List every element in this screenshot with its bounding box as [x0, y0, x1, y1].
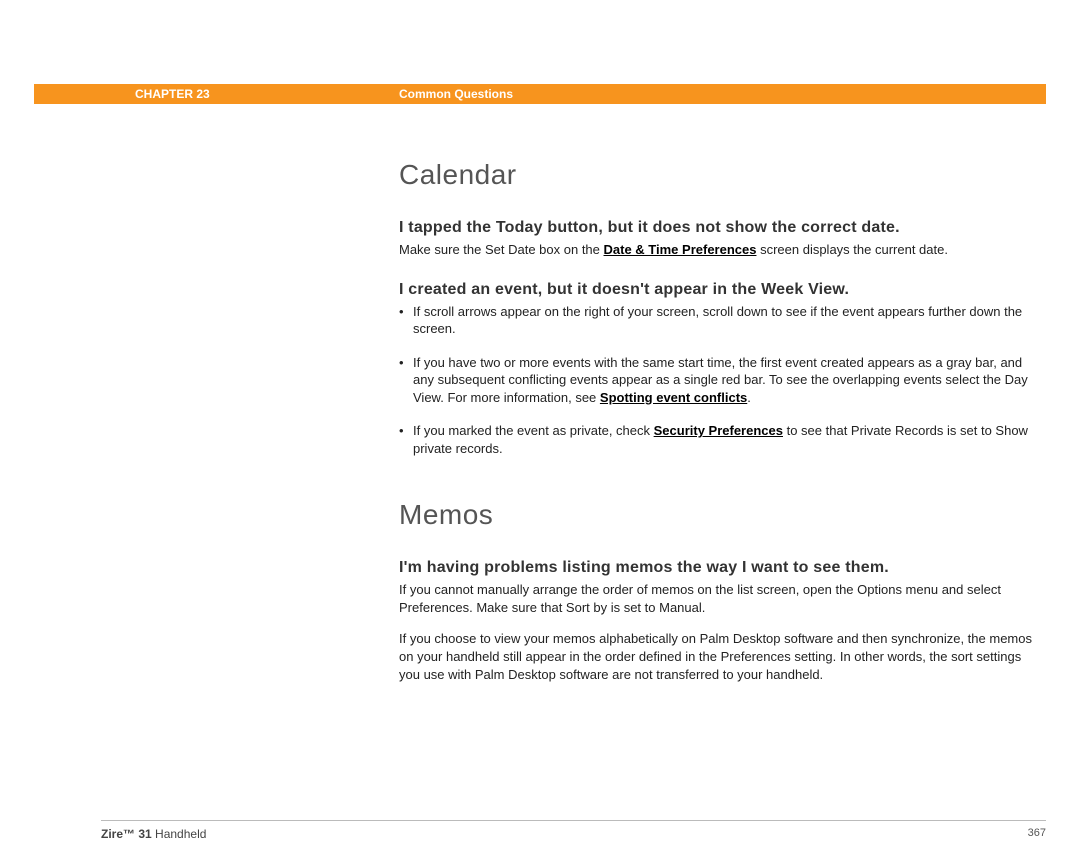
- footer: Zire™ 31 Handheld 367: [34, 820, 1046, 841]
- text: If scroll arrows appear on the right of …: [413, 304, 1022, 337]
- footer-product-name: Zire™ 31: [101, 827, 152, 841]
- list-item: If you marked the event as private, chec…: [399, 422, 1039, 457]
- footer-product-rest: Handheld: [152, 827, 207, 841]
- text: Make sure the Set Date box on the: [399, 242, 604, 257]
- footer-rule: [101, 820, 1046, 821]
- question-today-button: I tapped the Today button, but it does n…: [399, 219, 1039, 237]
- link-date-time-preferences[interactable]: Date & Time Preferences: [604, 242, 757, 257]
- content-column: Calendar I tapped the Today button, but …: [399, 159, 1039, 697]
- text: screen displays the current date.: [756, 242, 948, 257]
- answer-today-button: Make sure the Set Date box on the Date &…: [399, 241, 1039, 259]
- answer-week-view-list: If scroll arrows appear on the right of …: [399, 303, 1039, 458]
- text: If you marked the event as private, chec…: [413, 423, 654, 438]
- page: CHAPTER 23 Common Questions Calendar I t…: [34, 84, 1046, 104]
- link-spotting-event-conflicts[interactable]: Spotting event conflicts: [600, 390, 747, 405]
- answer-memos-p1: If you cannot manually arrange the order…: [399, 581, 1039, 616]
- question-memos-listing: I'm having problems listing memos the wa…: [399, 559, 1039, 577]
- footer-product: Zire™ 31 Handheld: [101, 827, 206, 841]
- heading-calendar: Calendar: [399, 159, 1039, 191]
- section-memos: Memos I'm having problems listing memos …: [399, 499, 1039, 683]
- heading-memos: Memos: [399, 499, 1039, 531]
- section-title: Common Questions: [399, 87, 513, 101]
- link-security-preferences[interactable]: Security Preferences: [654, 423, 783, 438]
- footer-row: Zire™ 31 Handheld 367: [101, 827, 1046, 841]
- chapter-label: CHAPTER 23: [135, 87, 210, 101]
- header-bar: CHAPTER 23 Common Questions: [34, 84, 1046, 104]
- answer-memos-p2: If you choose to view your memos alphabe…: [399, 630, 1039, 683]
- question-week-view: I created an event, but it doesn't appea…: [399, 281, 1039, 299]
- footer-page-number: 367: [1028, 827, 1046, 841]
- text: .: [747, 390, 751, 405]
- list-item: If scroll arrows appear on the right of …: [399, 303, 1039, 338]
- list-item: If you have two or more events with the …: [399, 354, 1039, 407]
